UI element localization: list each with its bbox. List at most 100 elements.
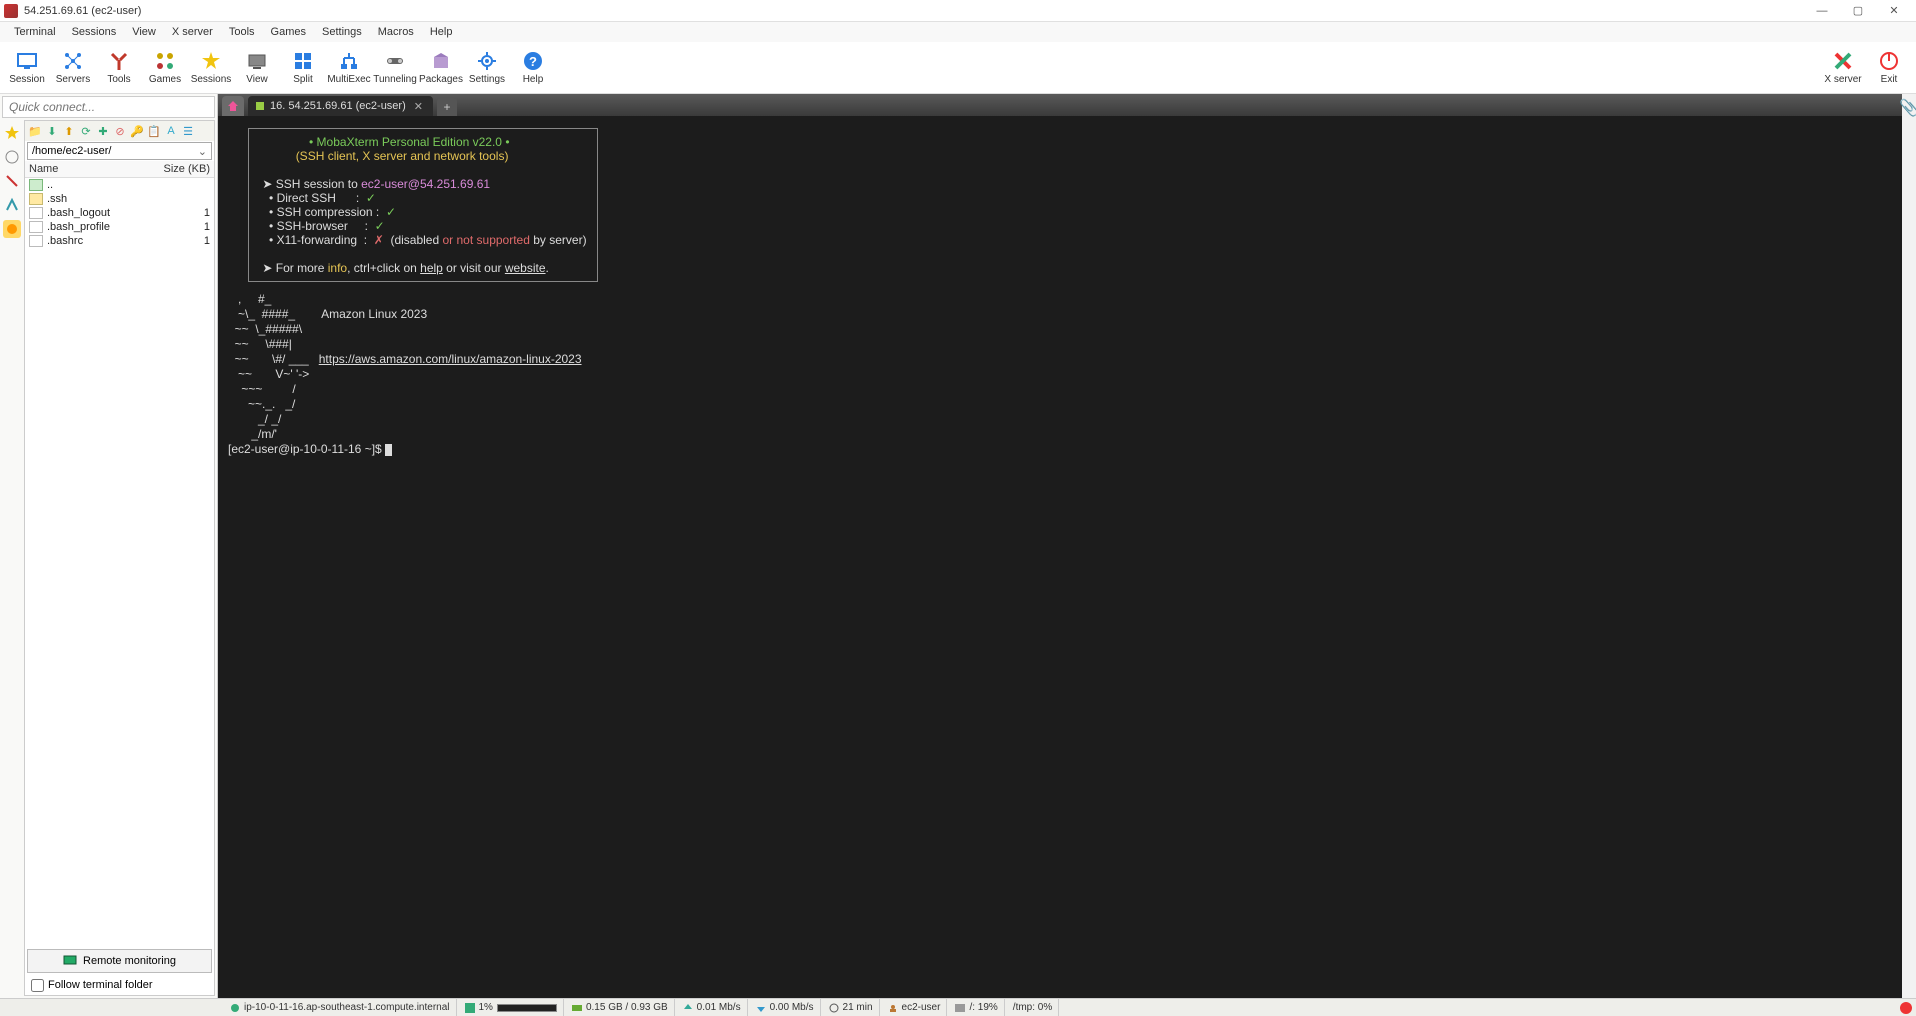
upload-icon — [683, 1003, 693, 1013]
file-row-ssh[interactable]: .ssh — [25, 192, 214, 206]
menu-games[interactable]: Games — [263, 24, 314, 40]
sidetab-star[interactable] — [3, 124, 21, 142]
path-dropdown-icon[interactable]: ⌄ — [198, 145, 207, 158]
maximize-button[interactable]: ▢ — [1840, 1, 1876, 21]
close-button[interactable]: ✕ — [1876, 1, 1912, 21]
toolbar-tunneling-label: Tunneling — [373, 74, 417, 85]
xserver-icon — [1832, 50, 1854, 72]
menu-tools[interactable]: Tools — [221, 24, 263, 40]
ftb-folder-icon[interactable]: 📁 — [27, 123, 43, 139]
new-tab-button[interactable]: + — [437, 98, 457, 116]
ftb-newfolder-icon[interactable]: ✚ — [95, 123, 111, 139]
file-row-bashlogout[interactable]: .bash_logout1 — [25, 206, 214, 220]
toolbar-xserver[interactable]: X server — [1820, 44, 1866, 92]
toolbar-games[interactable]: Games — [142, 44, 188, 92]
toolbar-tools[interactable]: Tools — [96, 44, 142, 92]
col-header-size[interactable]: Size (KB) — [154, 163, 210, 175]
toolbar-settings-label: Settings — [469, 74, 505, 85]
disk-icon — [955, 1003, 965, 1013]
toolbar-sessions-star[interactable]: Sessions — [188, 44, 234, 92]
status-down: 0.00 Mb/s — [750, 999, 821, 1016]
sidetab-tools[interactable] — [3, 172, 21, 190]
ftb-copy-icon[interactable]: 📋 — [146, 123, 162, 139]
ftb-list-icon[interactable]: ☰ — [180, 123, 196, 139]
sidetab-macro[interactable] — [3, 196, 21, 214]
toolbar-packages[interactable]: Packages — [418, 44, 464, 92]
follow-folder-label: Follow terminal folder — [48, 979, 153, 991]
follow-folder-row: Follow terminal folder — [25, 975, 214, 995]
ftb-props-icon[interactable]: 🔑 — [129, 123, 145, 139]
path-input[interactable]: /home/ec2-user/ ⌄ — [27, 142, 212, 160]
toolbar-multiexec-label: MultiExec — [327, 74, 370, 85]
terminal-area: 16. 54.251.69.61 (ec2-user) ✕ + • MobaXt… — [218, 94, 1902, 998]
website-link[interactable]: website — [505, 261, 546, 275]
help-link[interactable]: help — [420, 261, 443, 275]
window-title: 54.251.69.61 (ec2-user) — [24, 5, 141, 17]
settings-icon — [476, 50, 498, 72]
ftb-refresh-icon[interactable]: ⟳ — [78, 123, 94, 139]
sidetab-sftp[interactable] — [3, 220, 21, 238]
right-gutter: 📎 — [1902, 94, 1916, 998]
home-icon — [226, 99, 240, 113]
help-icon: ? — [522, 50, 544, 72]
status-bar: ip-10-0-11-16.ap-southeast-1.compute.int… — [0, 998, 1916, 1016]
sidebar: 📁 ⬇ ⬆ ⟳ ✚ ⊘ 🔑 📋 A ☰ /home/ec2-user/ ⌄ Na… — [0, 94, 218, 998]
tunneling-icon — [384, 50, 406, 72]
file-row-bashprofile[interactable]: .bash_profile1 — [25, 220, 214, 234]
clock-icon — [829, 1003, 839, 1013]
shell-prompt: [ec2-user@ip-10-0-11-16 ~]$ — [228, 442, 385, 456]
download-icon — [756, 1003, 766, 1013]
toolbar-help[interactable]: ? Help — [510, 44, 556, 92]
session-icon — [16, 50, 38, 72]
ftb-delete-icon[interactable]: ⊘ — [112, 123, 128, 139]
minimize-button[interactable]: — — [1804, 1, 1840, 21]
toolbar-help-label: Help — [523, 74, 544, 85]
tab-close-icon[interactable]: ✕ — [412, 100, 425, 113]
sidetab-globe[interactable] — [3, 148, 21, 166]
toolbar-settings[interactable]: Settings — [464, 44, 510, 92]
toolbar-view[interactable]: View — [234, 44, 280, 92]
menu-sessions[interactable]: Sessions — [64, 24, 125, 40]
follow-folder-checkbox[interactable] — [31, 979, 44, 992]
path-value: /home/ec2-user/ — [32, 145, 111, 157]
paperclip-icon[interactable]: 📎 — [1899, 98, 1916, 118]
status-up: 0.01 Mb/s — [677, 999, 748, 1016]
file-row-bashrc[interactable]: .bashrc1 — [25, 234, 214, 248]
terminal-banner: • MobaXterm Personal Edition v22.0 • (SS… — [248, 128, 598, 282]
status-cpu: 1% — [459, 999, 564, 1016]
quick-connect-input[interactable] — [2, 96, 215, 118]
amazon-linux-link[interactable]: https://aws.amazon.com/linux/amazon-linu… — [319, 352, 582, 366]
terminal[interactable]: • MobaXterm Personal Edition v22.0 • (SS… — [218, 116, 1902, 998]
col-header-name[interactable]: Name — [29, 163, 154, 175]
remote-monitoring-button[interactable]: Remote monitoring — [27, 949, 212, 973]
session-status-icon — [256, 102, 264, 110]
sidebar-tabs — [0, 120, 24, 998]
ftb-text-icon[interactable]: A — [163, 123, 179, 139]
menu-macros[interactable]: Macros — [370, 24, 422, 40]
toolbar-exit[interactable]: Exit — [1866, 44, 1912, 92]
menu-help[interactable]: Help — [422, 24, 461, 40]
ftb-upload-icon[interactable]: ⬆ — [61, 123, 77, 139]
file-icon — [29, 207, 43, 219]
toolbar-split[interactable]: Split — [280, 44, 326, 92]
menu-xserver[interactable]: X server — [164, 24, 221, 40]
file-list: .. .ssh .bash_logout1 .bash_profile1 .ba… — [25, 178, 214, 947]
title-bar: 54.251.69.61 (ec2-user) — ▢ ✕ — [0, 0, 1916, 22]
ftb-download-icon[interactable]: ⬇ — [44, 123, 60, 139]
home-tab[interactable] — [222, 96, 244, 116]
status-disk: /: 19% — [949, 999, 1004, 1016]
menu-settings[interactable]: Settings — [314, 24, 370, 40]
toolbar-exit-label: Exit — [1881, 74, 1898, 85]
menu-terminal[interactable]: Terminal — [6, 24, 64, 40]
toolbar-view-label: View — [246, 74, 268, 85]
monitor-icon — [63, 955, 77, 967]
host-icon — [230, 1003, 240, 1013]
session-tab[interactable]: 16. 54.251.69.61 (ec2-user) ✕ — [248, 96, 433, 116]
toolbar-tunneling[interactable]: Tunneling — [372, 44, 418, 92]
status-alert-icon[interactable] — [1900, 1002, 1912, 1014]
menu-view[interactable]: View — [124, 24, 164, 40]
toolbar-servers[interactable]: Servers — [50, 44, 96, 92]
toolbar-session[interactable]: Session — [4, 44, 50, 92]
toolbar-multiexec[interactable]: MultiExec — [326, 44, 372, 92]
file-row-up[interactable]: .. — [25, 178, 214, 192]
